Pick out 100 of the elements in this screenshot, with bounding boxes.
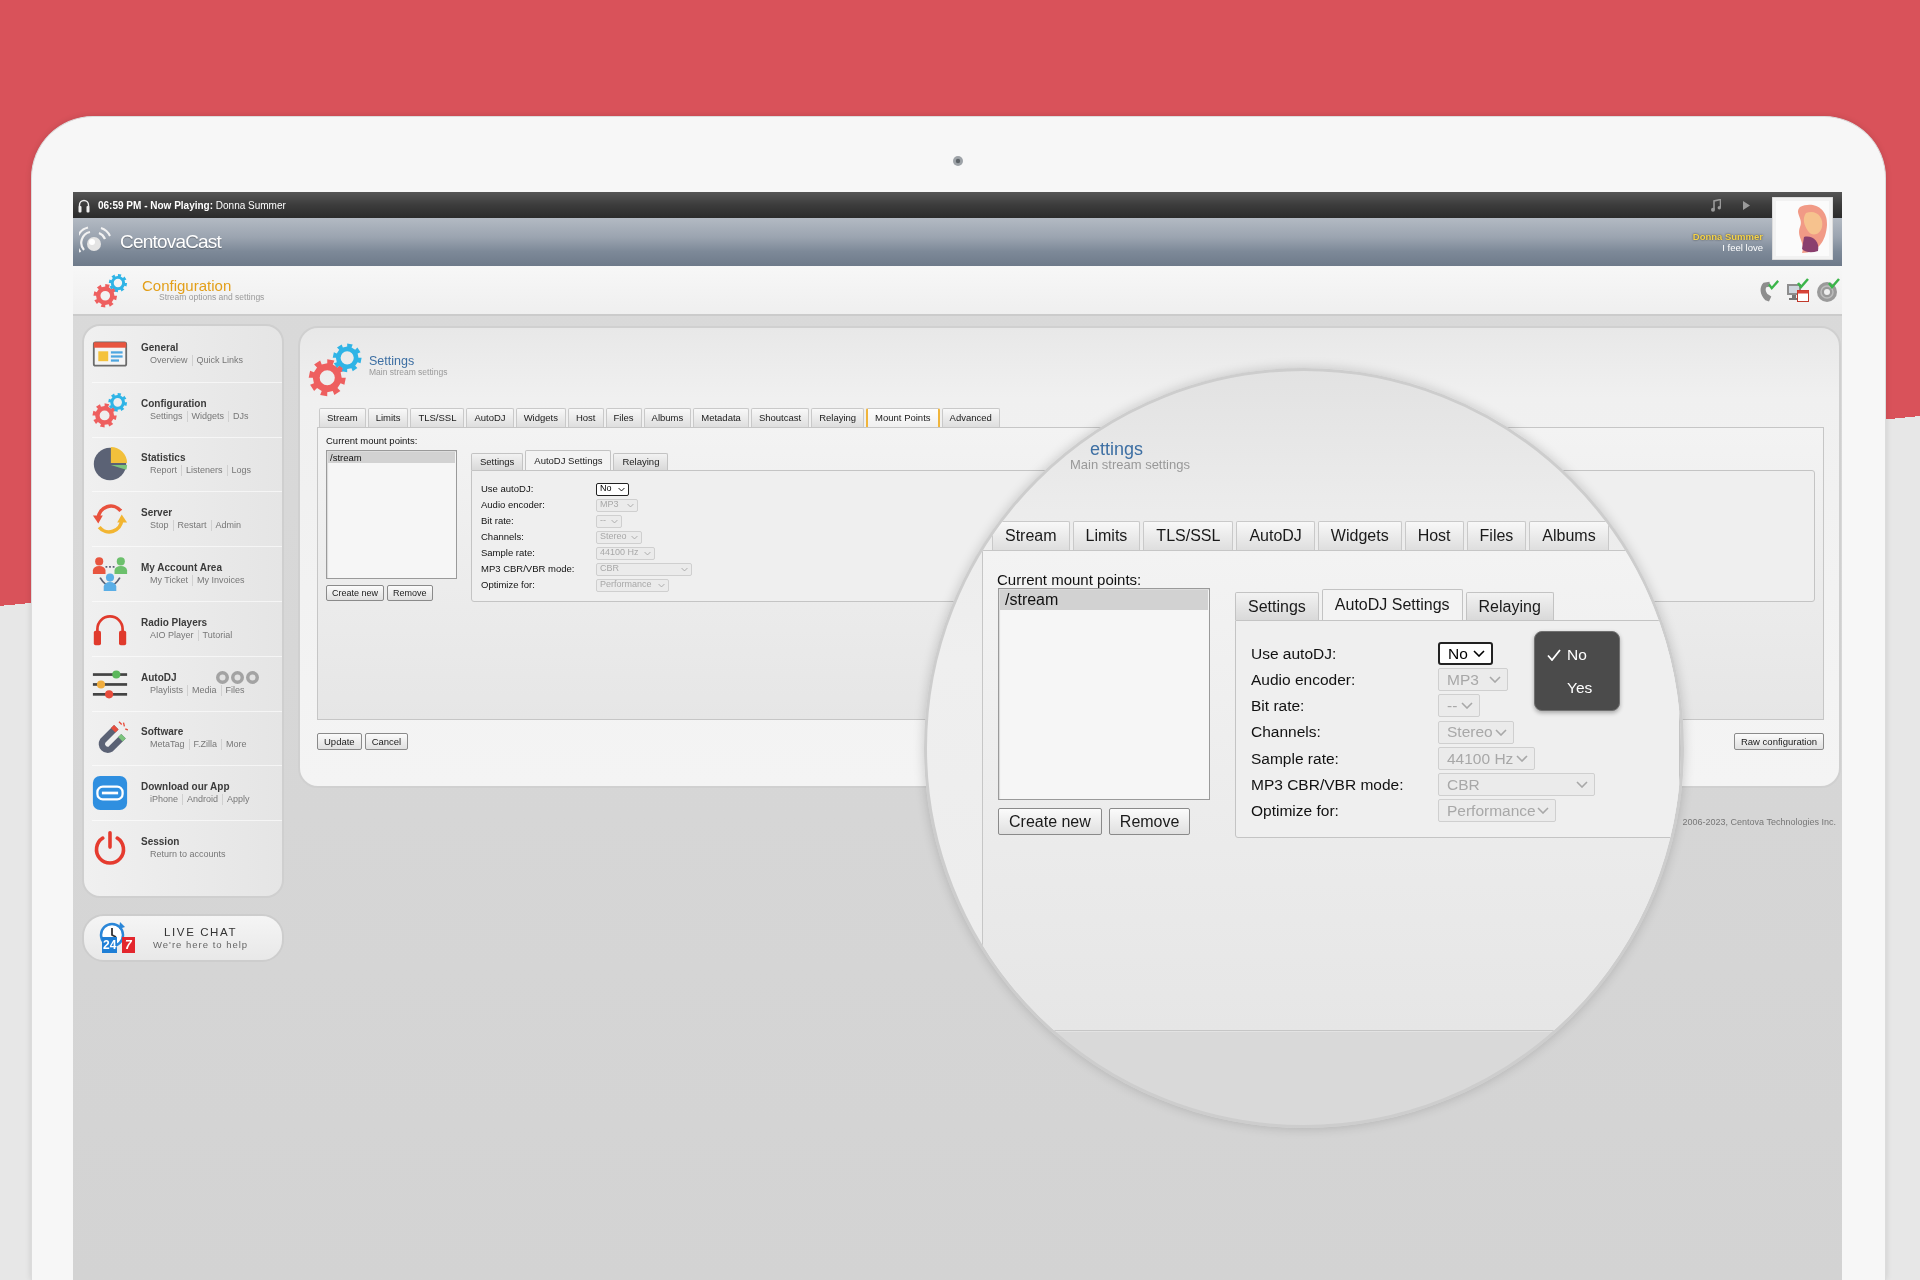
tab[interactable]: Settings <box>1235 592 1319 620</box>
chevron-down-icon <box>1576 781 1588 789</box>
menu-link[interactable]: Media <box>187 685 221 697</box>
chevron-down-icon <box>1516 754 1528 762</box>
tab[interactable]: Relaying <box>811 408 865 427</box>
cancel-button[interactable]: Cancel <box>364 733 409 750</box>
tab[interactable]: Stream <box>319 408 366 427</box>
dropdown-option[interactable]: No <box>1535 638 1619 671</box>
menu-link[interactable]: Android <box>182 794 223 806</box>
menu-section-title[interactable]: Session <box>141 836 180 849</box>
menu-link[interactable]: Apply <box>222 794 254 806</box>
tab[interactable]: Host <box>567 408 604 427</box>
app-tile-icon[interactable] <box>92 775 128 812</box>
disc-check-icon[interactable] <box>1816 277 1840 303</box>
handset-check-icon[interactable] <box>1758 277 1780 303</box>
menu-link[interactable]: Stop <box>150 520 173 532</box>
gears-icon[interactable] <box>92 391 128 428</box>
tab[interactable]: Metadata <box>693 408 749 427</box>
computer-check-icon[interactable] <box>1786 277 1810 303</box>
menu-link[interactable]: Settings <box>150 410 187 422</box>
music-note-icon[interactable] <box>1711 198 1721 212</box>
tab[interactable]: Host <box>1404 521 1464 550</box>
tab[interactable]: Stream <box>992 521 1070 550</box>
raw-configuration-button[interactable]: Raw configuration <box>1733 733 1824 750</box>
tab[interactable]: AutoDJ <box>466 408 514 427</box>
field-label: MP3 CBR/VBR mode: <box>481 562 575 574</box>
mount-point-list[interactable]: /stream <box>326 450 457 579</box>
tab[interactable]: Settings <box>471 453 524 470</box>
menu-link[interactable]: Listeners <box>181 465 227 477</box>
menu-link[interactable]: Return to accounts <box>150 849 230 861</box>
remove-button[interactable]: Remove <box>1108 808 1191 835</box>
menu-section-title[interactable]: Software <box>141 726 184 739</box>
menu-section-title[interactable]: My Account Area <box>141 562 222 575</box>
tab[interactable]: TLS/SSL <box>410 408 465 427</box>
menu-section-title[interactable]: General <box>141 342 179 355</box>
power-icon[interactable] <box>92 830 128 867</box>
live-chat-panel[interactable]: 24 7 LIVE CHAT We're here to help <box>82 914 284 962</box>
menu-link[interactable]: Overview <box>150 355 192 367</box>
pie-chart-icon[interactable] <box>92 446 128 483</box>
select-field[interactable]: No <box>1438 641 1493 665</box>
create-new-button[interactable]: Create new <box>998 808 1102 835</box>
tab[interactable]: AutoDJ <box>1236 521 1315 550</box>
tab[interactable]: Relaying <box>613 453 669 470</box>
list-option[interactable]: /stream <box>1000 590 1208 610</box>
menu-link[interactable]: Report <box>150 465 181 477</box>
menu-link[interactable]: My Ticket <box>150 575 192 587</box>
select-field[interactable]: No <box>596 482 629 496</box>
tab[interactable]: AutoDJ Settings <box>525 450 612 470</box>
tab[interactable]: Shoutcast <box>750 408 810 427</box>
menu-link[interactable]: Playlists <box>150 685 187 697</box>
play-icon[interactable] <box>1743 200 1750 210</box>
menu-section-title[interactable]: Server <box>141 507 173 520</box>
chevron-down-icon <box>1473 649 1485 657</box>
menu-section-title[interactable]: Configuration <box>141 397 207 410</box>
menu-link[interactable]: F.Zilla <box>188 739 222 751</box>
tab[interactable]: Limits <box>367 408 409 427</box>
people-icon[interactable] <box>92 556 128 593</box>
menu-link[interactable]: AIO Player <box>150 629 198 641</box>
tab[interactable]: Widgets <box>1317 521 1402 550</box>
tab[interactable]: Mount Points <box>866 408 940 427</box>
menu-section-title[interactable]: AutoDJ <box>141 671 177 684</box>
menu-link[interactable]: More <box>221 739 251 751</box>
field-label: Sample rate: <box>481 546 535 558</box>
menu-link[interactable]: DJs <box>228 410 253 422</box>
tab[interactable]: Relaying <box>1465 592 1554 620</box>
menu-link[interactable]: Widgets <box>186 410 229 422</box>
select-field: Stereo <box>1438 720 1514 744</box>
tab[interactable]: Widgets <box>515 408 566 427</box>
tab[interactable]: AutoDJ Settings <box>1321 589 1463 620</box>
menu-link[interactable]: Admin <box>210 520 246 532</box>
menu-link[interactable]: iPhone <box>150 794 183 806</box>
menu-link[interactable]: Tutorial <box>197 629 237 641</box>
album-art-placeholder <box>1772 197 1833 260</box>
update-button[interactable]: Update <box>317 733 362 750</box>
menu-link[interactable]: Restart <box>172 520 211 532</box>
menu-section-title[interactable]: Statistics <box>141 452 186 465</box>
menu-link[interactable]: My Invoices <box>192 575 249 587</box>
menu-section-title[interactable]: Radio Players <box>141 616 208 629</box>
mount-point-list[interactable]: /stream <box>998 588 1210 800</box>
menu-section-title[interactable]: Download our App <box>141 781 230 794</box>
select-field: -- <box>1438 694 1480 718</box>
round-button-icon[interactable] <box>246 671 259 685</box>
tab[interactable]: Limits <box>1072 521 1141 550</box>
menu-link[interactable]: Files <box>220 685 249 697</box>
tab[interactable]: Files <box>1466 521 1527 550</box>
round-button-icon[interactable] <box>216 671 229 685</box>
menu-link[interactable]: Quick Links <box>191 355 248 367</box>
remove-button[interactable]: Remove <box>387 585 433 601</box>
dropdown-option[interactable]: Yes <box>1535 671 1619 704</box>
menu-link[interactable]: Logs <box>226 465 256 477</box>
create-new-button[interactable]: Create new <box>326 585 385 601</box>
tab[interactable]: Files <box>605 408 642 427</box>
tab[interactable]: TLS/SSL <box>1143 521 1234 550</box>
tab[interactable]: Advanced <box>941 408 1000 427</box>
list-option[interactable]: /stream <box>328 452 455 463</box>
round-button-icon[interactable] <box>231 671 244 685</box>
tab[interactable]: Albums <box>643 408 692 427</box>
tab[interactable]: Albums <box>1529 521 1609 550</box>
field-label: Optimize for: <box>1251 802 1339 820</box>
menu-link[interactable]: MetaTag <box>150 739 189 751</box>
